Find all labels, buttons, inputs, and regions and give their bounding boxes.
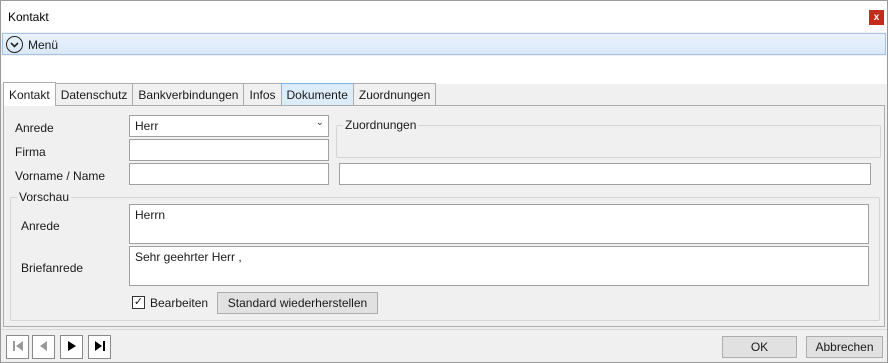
tab-datenschutz[interactable]: Datenschutz: [54, 83, 134, 106]
briefanrede-field[interactable]: Sehr geehrter Herr ,: [129, 246, 869, 286]
preview-anrede-label: Anrede: [21, 219, 60, 233]
zuordnungen-group-title: Zuordnungen: [343, 118, 419, 132]
zuordnungen-group: Zuordnungen: [336, 118, 881, 158]
firma-label: Firma: [15, 145, 46, 159]
tab-strip: Kontakt Datenschutz Bankverbindungen Inf…: [3, 82, 437, 106]
close-button[interactable]: x: [869, 10, 884, 25]
tab-dokumente[interactable]: Dokumente: [280, 83, 354, 106]
vorschau-group-title: Vorschau: [17, 190, 72, 204]
anrede-select-value: Herr: [135, 119, 159, 133]
bearbeiten-label[interactable]: Bearbeiten: [150, 296, 208, 310]
tab-infos[interactable]: Infos: [243, 83, 282, 106]
last-record-button[interactable]: [88, 335, 111, 359]
ok-button[interactable]: OK: [722, 336, 797, 358]
menu-bar[interactable]: Menü: [2, 33, 886, 55]
name-input[interactable]: [339, 163, 871, 185]
previous-icon: [37, 339, 51, 356]
vorname-input[interactable]: [129, 163, 329, 185]
tab-kontakt[interactable]: Kontakt: [3, 82, 56, 106]
first-record-button[interactable]: [6, 335, 29, 359]
skip-last-icon: [93, 339, 107, 356]
next-record-button[interactable]: [60, 335, 83, 359]
previous-record-button[interactable]: [32, 335, 55, 359]
vorname-name-label: Vorname / Name: [15, 169, 106, 183]
bottom-bar: OK Abbrechen: [1, 329, 887, 362]
firma-input[interactable]: [129, 139, 329, 161]
anrede-label: Anrede: [15, 121, 54, 135]
title-bar: Kontakt x: [1, 1, 887, 32]
chevron-down-icon: ⌄: [315, 117, 324, 128]
cancel-button[interactable]: Abbrechen: [806, 336, 883, 358]
chevron-down-icon[interactable]: [6, 36, 23, 53]
tab-zuordnungen[interactable]: Zuordnungen: [352, 83, 437, 106]
reset-default-button[interactable]: Standard wiederherstellen: [217, 292, 378, 314]
preview-anrede-field[interactable]: Herrn: [129, 204, 869, 244]
bearbeiten-checkbox[interactable]: ✓: [132, 296, 145, 309]
tab-panel-kontakt: Anrede Herr ⌄ Firma Vorname / Name Zuord…: [3, 105, 885, 327]
anrede-select[interactable]: Herr ⌄: [129, 115, 329, 137]
briefanrede-label: Briefanrede: [21, 261, 84, 275]
next-icon: [65, 339, 79, 356]
window-title: Kontakt: [8, 10, 49, 24]
toolbar-area: [1, 56, 887, 84]
skip-first-icon: [11, 339, 25, 356]
tab-bankverbindungen[interactable]: Bankverbindungen: [132, 83, 245, 106]
contact-dialog: Kontakt x Menü Kontakt Datenschutz Bankv…: [0, 0, 888, 363]
menu-label[interactable]: Menü: [28, 38, 58, 52]
